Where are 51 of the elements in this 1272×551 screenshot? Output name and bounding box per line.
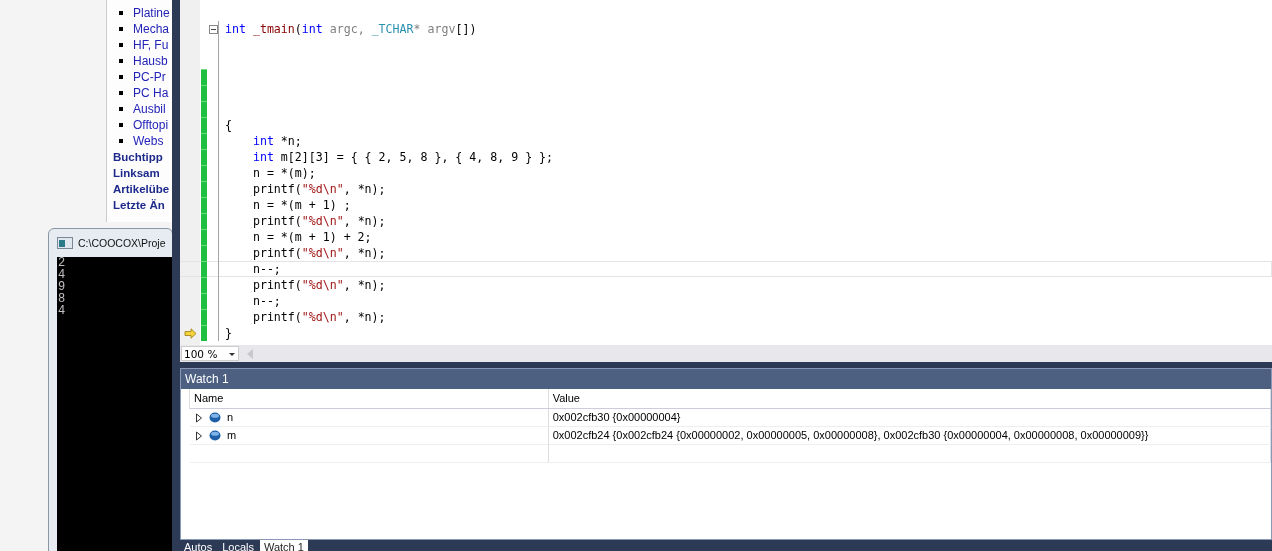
variable-icon: [209, 412, 221, 423]
column-header[interactable]: Name: [190, 389, 549, 408]
code-line: n--;: [251, 261, 281, 277]
code-line: printf("%d\n", *n);: [251, 277, 386, 293]
console-output-line: 8: [58, 293, 66, 305]
code-line: printf("%d\n", *n);: [251, 245, 386, 261]
variable-value: 0x002cfb30 {0x00000004}: [548, 409, 1271, 426]
section-link[interactable]: Linksam: [107, 165, 173, 181]
section-link[interactable]: Letzte Än: [107, 197, 173, 213]
console-output-line: 4: [58, 305, 66, 317]
expand-icon[interactable]: [195, 412, 203, 423]
variable-icon: [209, 430, 221, 441]
expand-icon[interactable]: [195, 430, 203, 441]
code-line: {: [225, 117, 232, 133]
panel-tab[interactable]: Watch 1: [259, 540, 308, 551]
nav-link[interactable]: Offtopi: [133, 118, 169, 132]
code-line: n = *(m + 1) ;: [251, 197, 351, 213]
console-output-line: 4: [58, 269, 66, 281]
nav-link[interactable]: PC Ha: [133, 86, 169, 100]
variable-name: n: [227, 410, 234, 425]
nav-link[interactable]: Hausb: [133, 54, 168, 68]
nav-link[interactable]: Mecha: [133, 22, 170, 36]
code-line: printf("%d\n", *n);: [251, 213, 386, 229]
panel-tab[interactable]: Autos: [180, 540, 217, 551]
panel-title: Watch 1: [181, 369, 1271, 389]
code-line: int m[2][3] = { { 2, 5, 8 }, { 4, 8, 9 } };: [251, 149, 554, 165]
panel-tab[interactable]: Locals: [218, 540, 258, 551]
section-link[interactable]: Artikelübe: [107, 181, 173, 197]
variable-name: m: [227, 428, 237, 443]
section-link[interactable]: Buchtipp: [107, 149, 173, 165]
collapse-toggle[interactable]: [208, 24, 218, 34]
console-output-line: 2: [58, 257, 66, 269]
variable-value: 0x002cfb24 {0x002cfb24 {0x00000002, 0x00000005, 0x00000008}, 0x002cfb30 {0x00000004, 0x00000008, 0x00000009}}: [548, 427, 1271, 444]
console-icon: [57, 237, 73, 249]
code-line: n = *(m);: [251, 165, 316, 181]
column-header[interactable]: Value: [548, 389, 1271, 408]
code-line: int *n;: [251, 133, 302, 149]
code-line: n--;: [251, 293, 281, 309]
console-output-line: 9: [58, 281, 66, 293]
nav-link[interactable]: Ausbil: [133, 102, 166, 116]
zoom-dropdown[interactable]: 100 %: [181, 346, 239, 361]
console-title: C:\COOCOX\Proje: [78, 237, 166, 249]
nav-link[interactable]: Webs: [133, 134, 164, 148]
code-line: printf("%d\n", *n);: [251, 181, 386, 197]
nav-link[interactable]: HF, Fu: [133, 38, 169, 52]
code-line: n = *(m + 1) + 2;: [251, 229, 372, 245]
code-line: printf("%d\n", *n);: [251, 309, 386, 325]
code-line: int _tmain(int argc, _TCHAR* argv[]): [225, 21, 477, 37]
code-line: }: [225, 325, 232, 341]
nav-link[interactable]: PC-Pr: [133, 70, 166, 84]
nav-link[interactable]: Platine: [133, 6, 170, 20]
